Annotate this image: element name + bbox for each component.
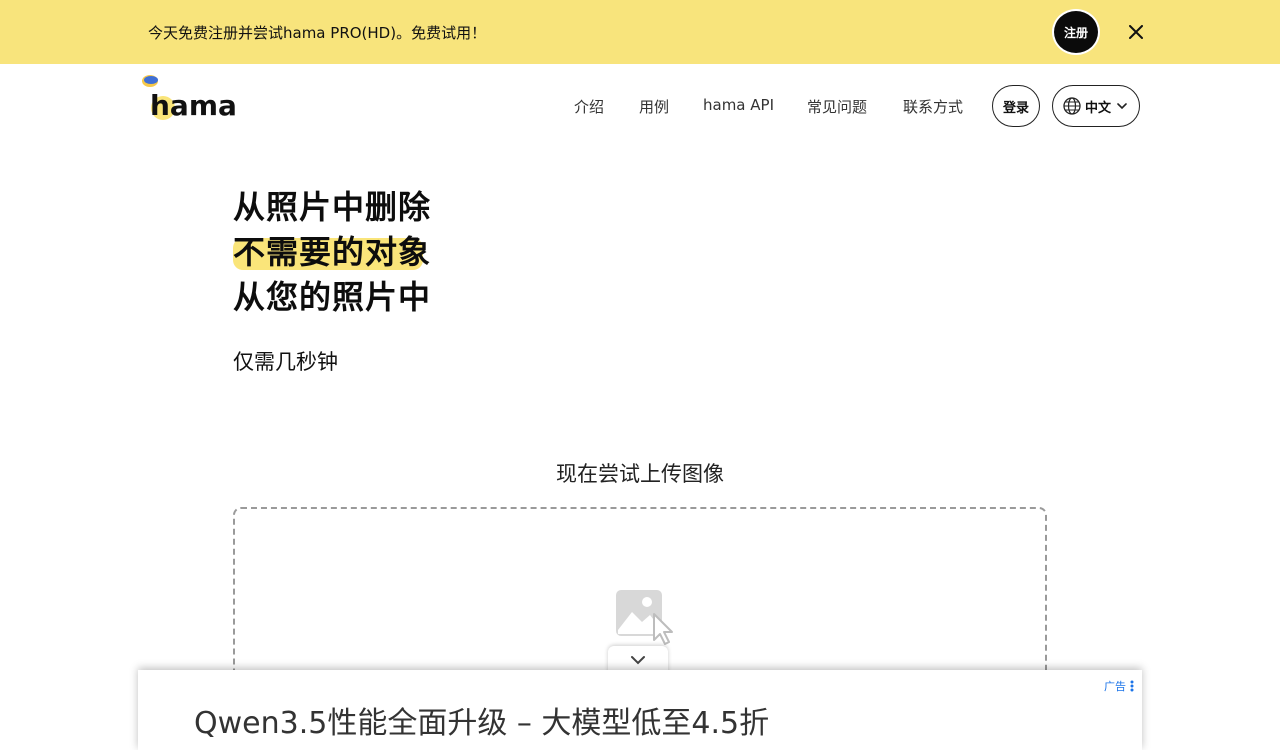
- nav-use-cases[interactable]: 用例: [639, 96, 669, 118]
- ad-label-text: 广告: [1104, 680, 1126, 693]
- promo-close-button[interactable]: [1124, 20, 1148, 44]
- ad-headline[interactable]: Qwen3.5性能全面升级 – 大模型低至4.5折: [194, 698, 769, 742]
- nav-contact[interactable]: 联系方式: [903, 96, 963, 118]
- nav-faq[interactable]: 常见问题: [807, 96, 867, 118]
- hero-line-3: 从您的照片中: [233, 278, 432, 316]
- chevron-down-icon: [631, 656, 645, 665]
- chevron-down-icon: [1117, 103, 1127, 110]
- close-icon: [1129, 25, 1143, 39]
- hero-subtitle: 仅需几秒钟: [233, 350, 338, 374]
- promo-signup-button[interactable]: 注册: [1052, 9, 1100, 55]
- nav-intro[interactable]: 介绍: [574, 96, 604, 118]
- more-options-icon: [1130, 680, 1134, 692]
- ad-label[interactable]: 广告: [1104, 678, 1134, 694]
- language-label: 中文: [1085, 100, 1112, 116]
- hero-line-1: 从照片中删除: [233, 188, 432, 226]
- globe-icon: [1063, 97, 1081, 115]
- upload-title: 现在尝试上传图像: [556, 462, 724, 486]
- promo-banner: 今天免费注册并尝试hama PRO(HD)。免费试用！ 注册: [0, 0, 1280, 64]
- login-button[interactable]: 登录: [992, 85, 1040, 127]
- hama-logo[interactable]: hama: [140, 72, 240, 124]
- promo-text: 今天免费注册并尝试hama PRO(HD)。免费试用！: [148, 24, 487, 42]
- language-selector[interactable]: 中文: [1052, 85, 1140, 127]
- nav-api[interactable]: hama API: [703, 96, 774, 118]
- image-upload-icon: [614, 588, 684, 648]
- ad-banner[interactable]: 广告 Qwen3.5性能全面升级 – 大模型低至4.5折: [138, 670, 1142, 750]
- svg-text:hama: hama: [150, 89, 237, 122]
- hama-logo-image: hama: [142, 75, 237, 122]
- hero-line-2: 不需要的对象: [233, 233, 432, 271]
